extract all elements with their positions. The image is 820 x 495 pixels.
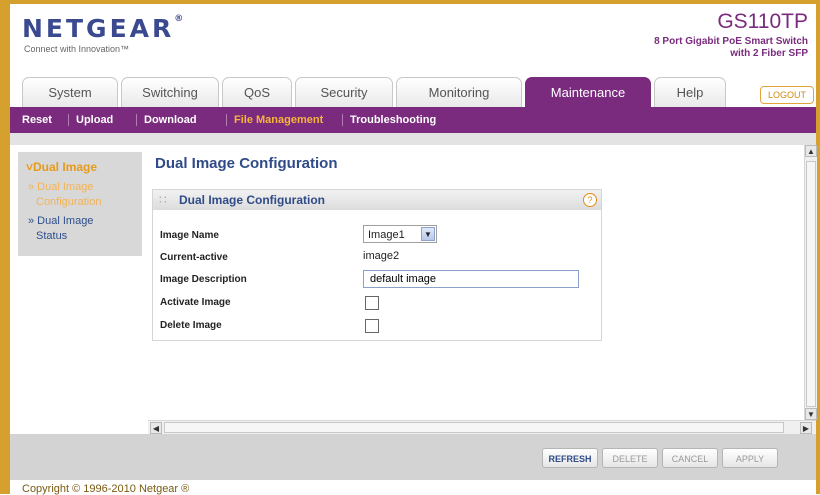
- activate-image-checkbox[interactable]: [365, 296, 379, 310]
- main-content: Dual Image Configuration ∷ Dual Image Co…: [142, 145, 804, 420]
- sidebar-item-dual-image-configuration[interactable]: » Dual Image Configuration: [28, 180, 101, 210]
- action-bar: REFRESH DELETE CANCEL APPLY: [10, 434, 816, 480]
- sidebar: ˅Dual Image » Dual Image Configuration »…: [18, 152, 142, 256]
- image-name-select[interactable]: Image1 ▼: [363, 225, 437, 243]
- model-name: GS110TP: [717, 10, 808, 33]
- chevron-left-icon[interactable]: ◀: [150, 422, 162, 434]
- subnav-divider: [136, 114, 137, 126]
- activate-image-label: Activate Image: [160, 297, 231, 308]
- tab-system[interactable]: System: [22, 77, 118, 107]
- page-title: Dual Image Configuration: [155, 155, 338, 172]
- horizontal-scrollbar[interactable]: ◀ ▶: [148, 420, 816, 435]
- panel-header: ∷ Dual Image Configuration ?: [153, 190, 601, 210]
- delete-image-label: Delete Image: [160, 320, 222, 331]
- page: NETGEAR® Connect with Innovation™ GS110T…: [10, 4, 817, 495]
- delete-image-checkbox[interactable]: [365, 319, 379, 333]
- sidebar-section-dual-image[interactable]: ˅Dual Image: [26, 160, 97, 174]
- panel-title: Dual Image Configuration: [179, 193, 326, 207]
- image-description-label: Image Description: [160, 274, 247, 285]
- image-name-label: Image Name: [160, 230, 219, 241]
- grip-icon: ∷: [159, 193, 167, 207]
- chevron-down-icon: ˅: [26, 160, 34, 174]
- chevron-down-icon[interactable]: ▼: [421, 227, 435, 241]
- current-active-value: image2: [363, 250, 400, 262]
- chevron-up-icon[interactable]: ▲: [805, 145, 817, 157]
- image-description-input[interactable]: [363, 270, 579, 288]
- tagline: Connect with Innovation™: [24, 44, 130, 54]
- refresh-button[interactable]: REFRESH: [542, 448, 598, 468]
- chevron-down-icon[interactable]: ▼: [805, 408, 817, 420]
- tab-qos[interactable]: QoS: [222, 77, 292, 107]
- horizontal-scroll-thumb[interactable]: [164, 422, 784, 433]
- subnav-troubleshooting[interactable]: Troubleshooting: [350, 107, 436, 133]
- copyright: Copyright © 1996-2010 Netgear ®: [22, 483, 190, 495]
- subnav-divider: [342, 114, 343, 126]
- netgear-logo: NETGEAR®: [22, 14, 184, 43]
- cancel-button[interactable]: CANCEL: [662, 448, 718, 468]
- subnav-reset[interactable]: Reset: [22, 107, 52, 133]
- sub-navigation: Reset Upload Download File Management Tr…: [10, 107, 816, 133]
- config-panel: ∷ Dual Image Configuration ? Image Name …: [152, 189, 602, 341]
- model-description: 8 Port Gigabit PoE Smart Switch with 2 F…: [654, 36, 808, 59]
- window-frame: NETGEAR® Connect with Innovation™ GS110T…: [0, 0, 820, 495]
- subnav-upload[interactable]: Upload: [76, 107, 113, 133]
- current-active-label: Current-active: [160, 252, 228, 263]
- help-icon[interactable]: ?: [583, 193, 597, 207]
- content-top-band: [10, 133, 816, 145]
- apply-button[interactable]: APPLY: [722, 448, 778, 468]
- subnav-divider: [226, 114, 227, 126]
- subnav-download[interactable]: Download: [144, 107, 197, 133]
- tab-security[interactable]: Security: [295, 77, 393, 107]
- subnav-file-management[interactable]: File Management: [234, 107, 323, 133]
- tab-monitoring[interactable]: Monitoring: [396, 77, 522, 107]
- tab-switching[interactable]: Switching: [121, 77, 219, 107]
- tab-help[interactable]: Help: [654, 77, 726, 107]
- logout-button[interactable]: LOGOUT: [760, 86, 814, 104]
- header: NETGEAR® Connect with Innovation™ GS110T…: [10, 4, 816, 78]
- sidebar-item-dual-image-status[interactable]: » Dual Image Status: [28, 214, 93, 244]
- vertical-scroll-thumb[interactable]: [806, 161, 816, 407]
- chevron-right-icon[interactable]: ▶: [800, 422, 812, 434]
- delete-button[interactable]: DELETE: [602, 448, 658, 468]
- subnav-divider: [68, 114, 69, 126]
- vertical-scrollbar[interactable]: ▲ ▼: [804, 145, 817, 420]
- main-tabs: System Switching QoS Security Monitoring…: [22, 77, 816, 107]
- tab-maintenance[interactable]: Maintenance: [525, 77, 651, 107]
